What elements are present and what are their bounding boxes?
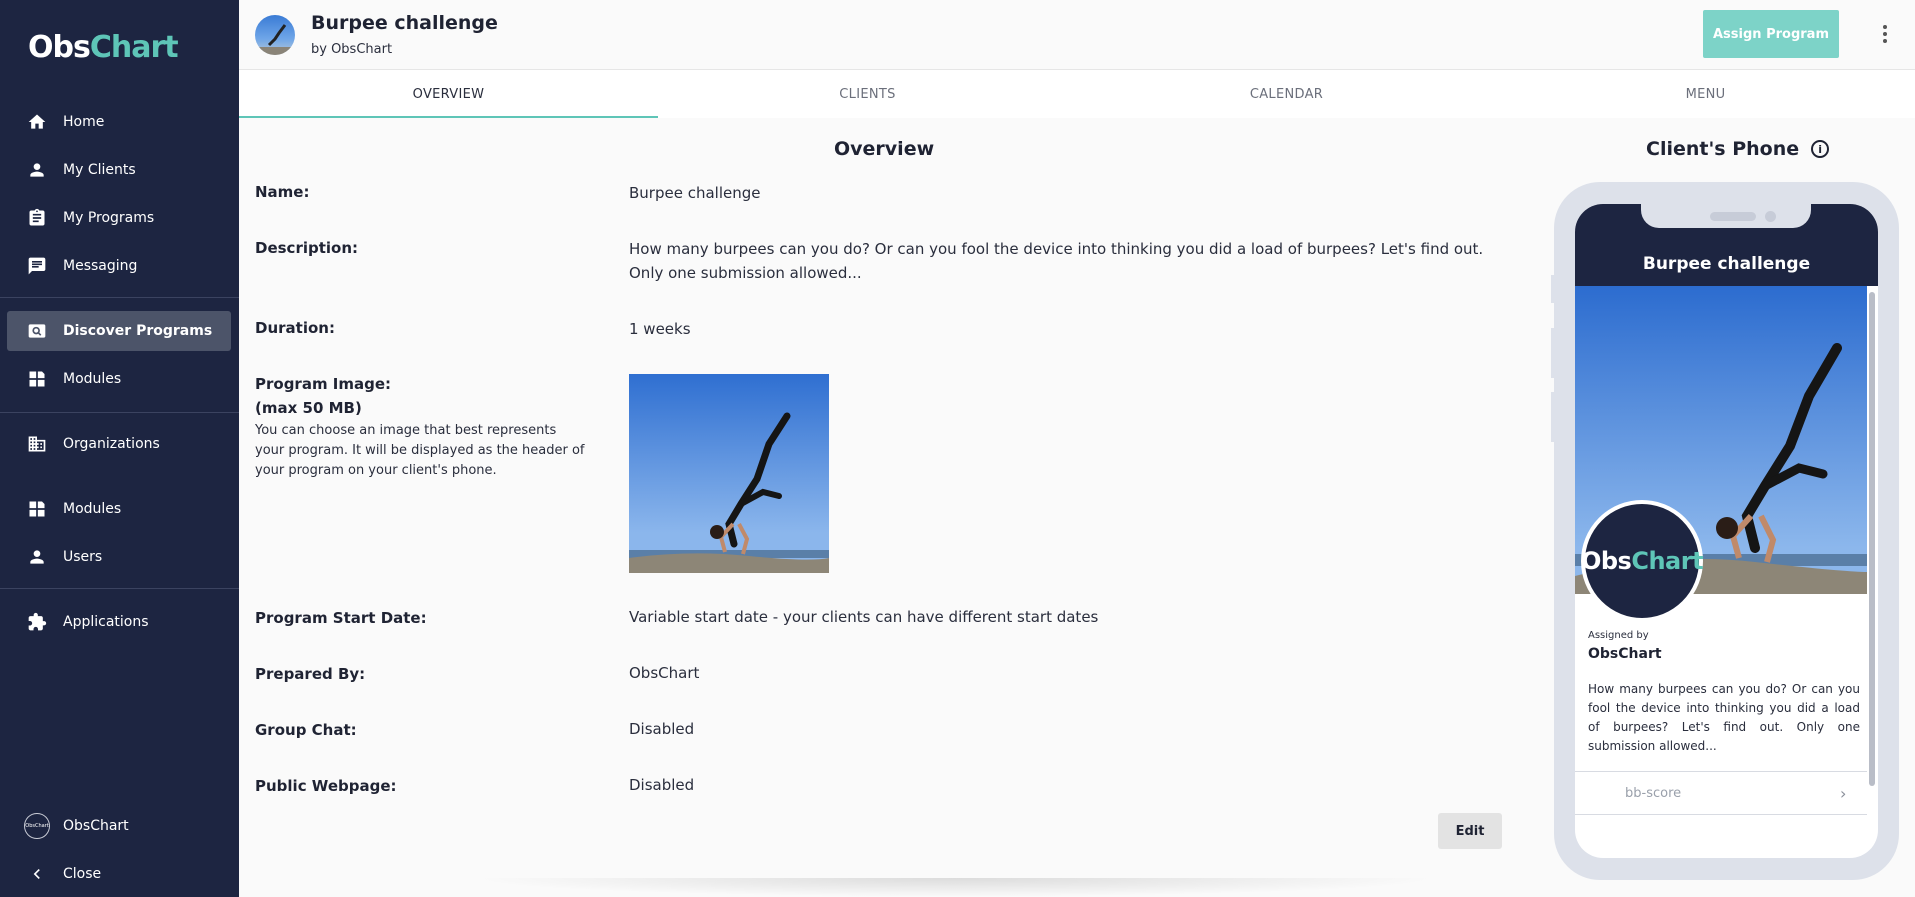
assigned-by-label: Assigned by <box>1588 630 1649 641</box>
person-icon <box>26 159 48 181</box>
sidebar-item-label: Modules <box>63 501 122 517</box>
sidebar-item-label: Messaging <box>63 258 138 274</box>
sidebar-divider <box>0 412 239 413</box>
name-label: Name: <box>255 183 310 201</box>
assign-program-button[interactable]: Assign Program <box>1703 10 1839 58</box>
program-image-label: Program Image: <box>255 375 392 393</box>
phone-preview-heading: Client's Phone i <box>1646 138 1830 160</box>
building-icon <box>26 433 48 455</box>
clipboard-icon <box>26 207 48 229</box>
obschart-logo[interactable]: ObsChart <box>28 30 179 65</box>
more-vert-icon[interactable] <box>1875 22 1895 46</box>
sidebar-item-label: Applications <box>63 614 149 630</box>
sidebar-item-label: Home <box>63 114 105 130</box>
program-avatar <box>255 15 295 55</box>
sidebar-item-home[interactable]: Home <box>0 102 239 142</box>
program-header: Burpee challenge by ObsChart Assign Prog… <box>239 0 1915 70</box>
person-icon <box>26 546 48 568</box>
module-label: bb-score <box>1625 786 1682 801</box>
duration-value: 1 weeks <box>629 320 691 338</box>
start-date-label: Program Start Date: <box>255 609 427 627</box>
phone-description: How many burpees can you do? Or can you … <box>1588 682 1860 753</box>
tab-bar: OVERVIEW CLIENTS CALENDAR MENU <box>239 70 1915 118</box>
sidebar: ObsChart Home My Clients My Programs Mes… <box>0 0 239 897</box>
phone-program-title: Burpee challenge <box>1642 254 1811 274</box>
tab-calendar[interactable]: CALENDAR <box>1077 70 1496 118</box>
overview-heading: Overview <box>834 138 935 160</box>
close-label: Close <box>63 866 102 882</box>
prepared-by-value: ObsChart <box>629 664 700 682</box>
info-icon[interactable]: i <box>1811 140 1830 158</box>
sidebar-item-label: My Programs <box>63 210 155 226</box>
edit-button[interactable]: Edit <box>1438 813 1502 849</box>
sidebar-item-label: Organizations <box>63 436 160 452</box>
prepared-by-label: Prepared By: <box>255 665 366 683</box>
search-box-icon <box>26 320 48 342</box>
sidebar-item-messaging[interactable]: Messaging <box>0 246 239 286</box>
home-icon <box>26 111 48 133</box>
sidebar-item-my-clients[interactable]: My Clients <box>0 150 239 190</box>
phone-frame: Burpee challenge Obs Chart Assigned by Ob… <box>1554 182 1899 880</box>
name-value: Burpee challenge <box>629 184 761 202</box>
group-chat-label: Group Chat: <box>255 721 357 739</box>
chevron-right-icon: › <box>1840 784 1847 803</box>
sidebar-account[interactable]: ObsChart ObsChart <box>0 806 239 846</box>
description-label: Description: <box>255 239 359 257</box>
account-avatar: ObsChart <box>24 813 50 839</box>
sidebar-item-discover-programs[interactable]: Discover Programs <box>7 311 231 351</box>
sidebar-divider <box>0 297 239 298</box>
dashboard-icon <box>26 368 48 390</box>
account-label: ObsChart <box>63 818 129 834</box>
sidebar-item-label: Users <box>63 549 103 565</box>
tab-overview[interactable]: OVERVIEW <box>239 70 658 118</box>
program-image[interactable] <box>629 374 829 573</box>
group-chat-value: Disabled <box>629 720 695 738</box>
tab-menu[interactable]: MENU <box>1496 70 1915 118</box>
obschart-logo-badge: Obs Chart <box>1581 500 1704 622</box>
description-value: How many burpees can you do? Or can you … <box>629 240 1484 282</box>
start-date-value: Variable start date - your clients can h… <box>629 608 1099 626</box>
phone-module-row[interactable]: bb-score › <box>1575 771 1867 815</box>
program-image-help: You can choose an image that best repres… <box>255 423 585 478</box>
chevron-left-icon <box>26 863 48 885</box>
assigned-by-name: ObsChart <box>1588 646 1662 662</box>
sidebar-divider <box>0 588 239 589</box>
chat-icon <box>26 255 48 277</box>
sidebar-close[interactable]: Close <box>0 854 239 894</box>
sidebar-item-label: Discover Programs <box>63 323 213 339</box>
phone-scrollbar[interactable] <box>1869 292 1875 786</box>
phone-notch <box>1641 204 1811 228</box>
sidebar-item-label: My Clients <box>63 162 136 178</box>
public-webpage-value: Disabled <box>629 776 695 794</box>
sidebar-item-label: Modules <box>63 371 122 387</box>
dashboard-icon <box>26 498 48 520</box>
duration-label: Duration: <box>255 319 335 337</box>
page-subtitle: by ObsChart <box>311 42 393 57</box>
page-title: Burpee challenge <box>311 12 498 34</box>
phone-screen: Burpee challenge Obs Chart Assigned by Ob… <box>1575 204 1878 858</box>
puzzle-icon <box>26 611 48 633</box>
public-webpage-label: Public Webpage: <box>255 777 397 795</box>
footer-shadow <box>470 878 1440 897</box>
sidebar-item-applications[interactable]: Applications <box>0 602 239 642</box>
program-image-max: (max 50 MB) <box>255 399 362 417</box>
sidebar-item-organizations[interactable]: Organizations <box>0 424 239 464</box>
sidebar-item-modules-admin[interactable]: Modules <box>0 489 239 529</box>
phone-preview-title: Client's Phone <box>1646 138 1800 160</box>
sidebar-item-modules[interactable]: Modules <box>0 359 239 399</box>
sidebar-item-my-programs[interactable]: My Programs <box>0 198 239 238</box>
sidebar-item-users[interactable]: Users <box>0 537 239 577</box>
tab-clients[interactable]: CLIENTS <box>658 70 1077 118</box>
